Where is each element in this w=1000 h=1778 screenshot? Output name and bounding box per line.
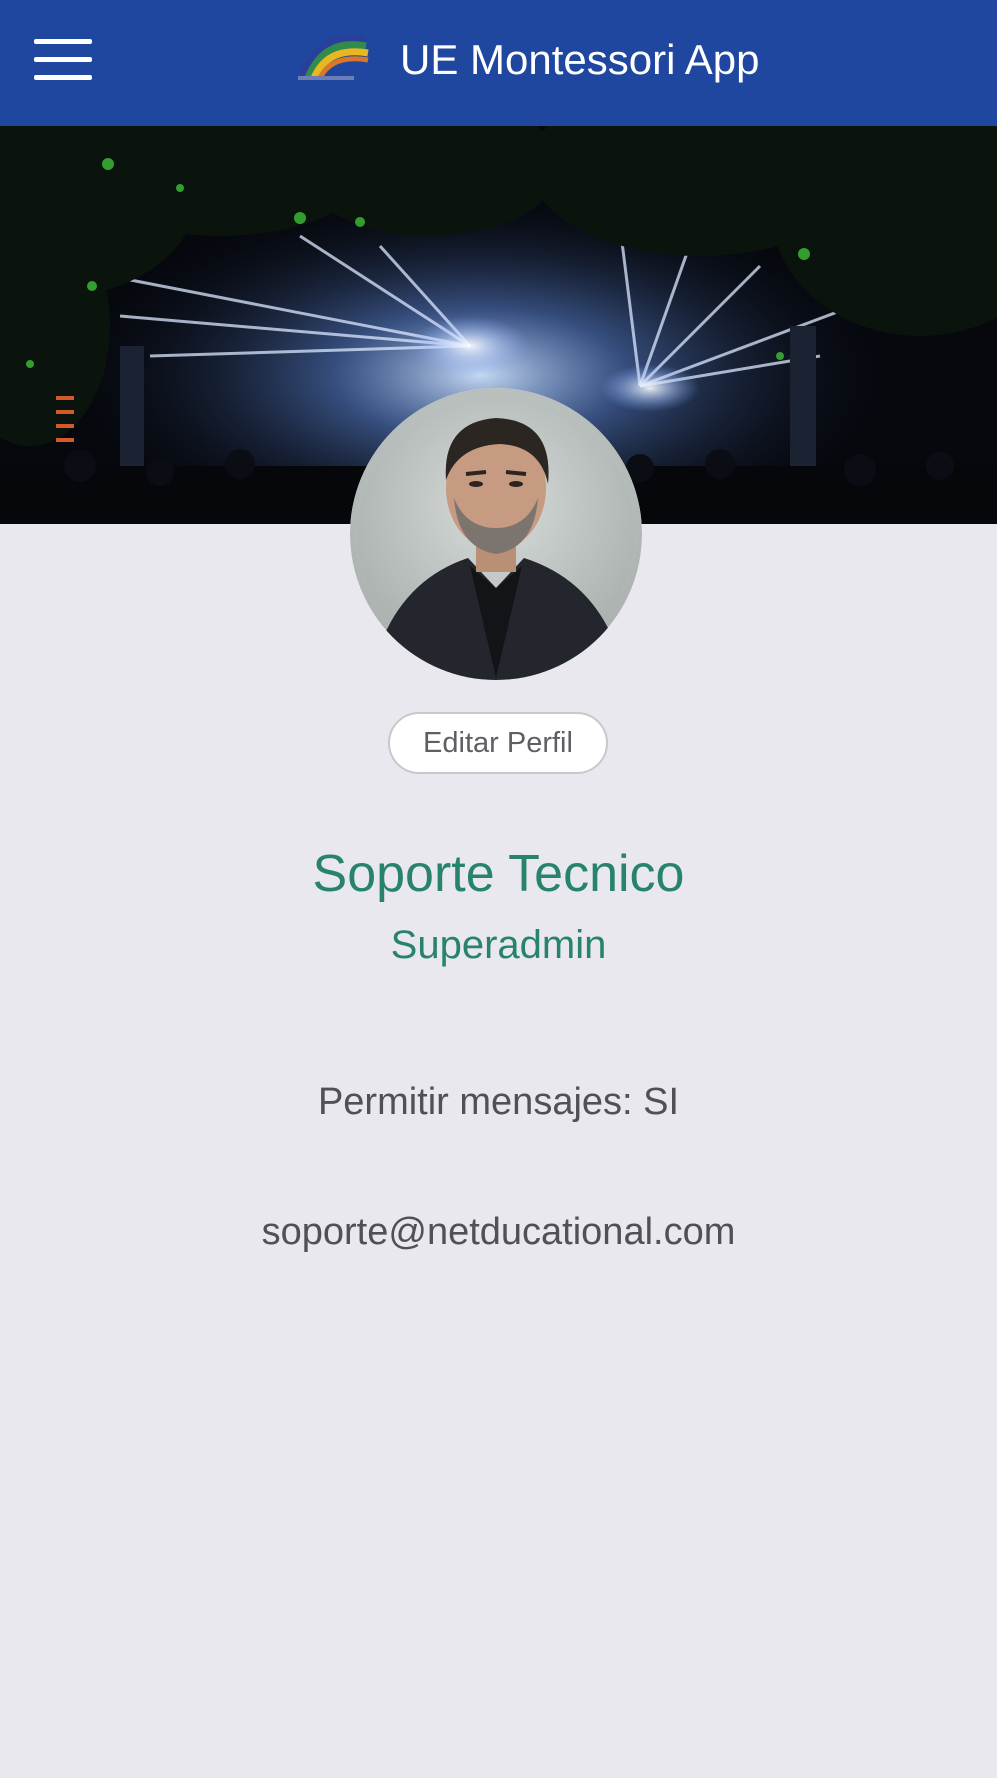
avatar-photo [350, 388, 642, 680]
rainbow-logo-icon [298, 34, 369, 80]
profile-name: Soporte Tecnico [312, 845, 685, 903]
menu-bar [34, 39, 92, 44]
app-title: UE Montessori App [400, 36, 760, 83]
menu-bar [34, 57, 92, 62]
hamburger-menu-icon[interactable] [28, 33, 94, 85]
profile-email: soporte@netducational.com [261, 1211, 736, 1253]
profile-screen: UE Montessori App Editar Perfil Soporte … [0, 0, 997, 1778]
allow-messages-status: Permitir mensajes: SI [317, 1081, 680, 1123]
menu-bar [34, 75, 92, 80]
profile-role: Superadmin [390, 923, 607, 967]
profile-avatar[interactable] [350, 388, 642, 680]
app-header: UE Montessori App [0, 0, 997, 126]
edit-profile-button[interactable]: Editar Perfil [388, 712, 608, 774]
